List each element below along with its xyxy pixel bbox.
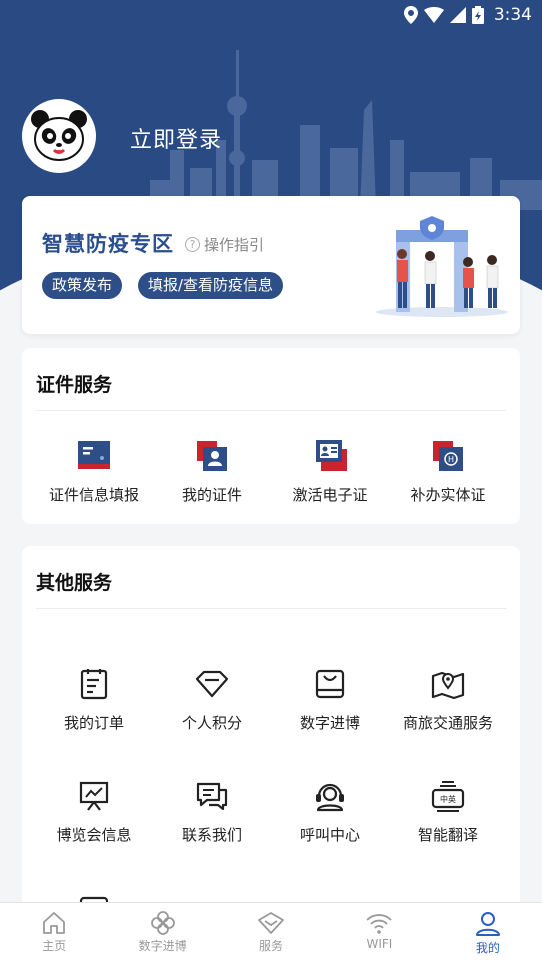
- id-form-icon: [78, 441, 110, 469]
- clover-icon: [150, 911, 175, 935]
- business-travel-item[interactable]: 商旅交通服务: [386, 664, 510, 733]
- activate-e-certificate-item[interactable]: 激活电子证: [268, 436, 392, 505]
- avatar[interactable]: [22, 99, 96, 173]
- call-center-item[interactable]: 呼叫中心: [268, 776, 392, 845]
- translate-icon: 中英: [431, 781, 465, 812]
- question-icon: ?: [185, 237, 200, 252]
- status-time: 3:34: [493, 5, 532, 25]
- chat-icon: [196, 782, 228, 811]
- security-gate-illustration: [376, 216, 508, 317]
- headset-icon: [316, 783, 344, 812]
- personal-points-item[interactable]: 个人积分: [150, 664, 274, 733]
- login-link[interactable]: 立即登录: [130, 122, 222, 154]
- other-services-card: 其他服务 我的订单 个人积分 数字进博 商旅交通服务 博览会信息 联系我们 呼叫…: [22, 546, 520, 926]
- reissue-card-icon: H: [433, 441, 463, 471]
- operation-guide-link[interactable]: ? 操作指引: [185, 234, 264, 255]
- smart-translation-item[interactable]: 中英 智能翻译: [386, 776, 510, 845]
- translate-badge: 中英: [440, 794, 456, 804]
- signal-icon: [449, 7, 466, 23]
- diamond-icon: [195, 670, 229, 698]
- e-certificate-icon: [316, 440, 347, 471]
- id-card-icon: [197, 441, 227, 471]
- order-icon: [80, 669, 108, 700]
- digital-expo-item[interactable]: 数字进博: [268, 664, 392, 733]
- other-services-title: 其他服务: [36, 572, 113, 594]
- svg-text:H: H: [448, 455, 454, 464]
- user-icon: [475, 912, 500, 936]
- nav-digital-expo[interactable]: 数字进博: [108, 903, 216, 962]
- divider: [36, 410, 506, 411]
- bottom-navigation: 主页 数字进博 服务 WIFI 我的: [0, 902, 542, 962]
- nav-home[interactable]: 主页: [0, 903, 108, 962]
- certificate-services-title: 证件服务: [36, 374, 113, 396]
- expo-info-item[interactable]: 博览会信息: [32, 776, 156, 845]
- service-diamond-icon: [258, 912, 284, 934]
- home-icon: [43, 912, 66, 934]
- nav-wifi[interactable]: WIFI: [325, 903, 433, 962]
- map-pin-icon: [431, 671, 465, 700]
- operation-guide-label: 操作指引: [204, 236, 265, 254]
- presentation-icon: [79, 781, 109, 811]
- nav-service[interactable]: 服务: [217, 903, 325, 962]
- epidemic-zone-card[interactable]: 智慧防疫专区 ? 操作指引 政策发布 填报/查看防疫信息: [22, 196, 520, 334]
- id-info-fill-item[interactable]: 证件信息填报: [32, 436, 156, 505]
- certificate-services-card: 证件服务 证件信息填报 我的证件 激活电子证 H 补办实体证: [22, 348, 520, 524]
- divider: [36, 608, 506, 609]
- location-icon: [403, 6, 418, 24]
- panda-avatar-icon: [31, 110, 87, 161]
- contact-us-item[interactable]: 联系我们: [150, 776, 274, 845]
- epidemic-zone-title: 智慧防疫专区: [42, 232, 174, 256]
- my-certificate-item[interactable]: 我的证件: [150, 436, 274, 505]
- wifi-status-icon: [423, 7, 444, 23]
- digital-expo-icon: [315, 669, 345, 699]
- wifi-icon: [366, 914, 393, 934]
- policy-release-button[interactable]: 政策发布: [42, 272, 123, 299]
- my-order-item[interactable]: 我的订单: [32, 664, 156, 733]
- reissue-physical-card-item[interactable]: H 补办实体证: [386, 436, 510, 505]
- nav-mine[interactable]: 我的: [434, 903, 542, 962]
- battery-icon: [471, 6, 484, 24]
- status-bar: 3:34: [0, 0, 542, 30]
- report-epidemic-info-button[interactable]: 填报/查看防疫信息: [138, 272, 284, 299]
